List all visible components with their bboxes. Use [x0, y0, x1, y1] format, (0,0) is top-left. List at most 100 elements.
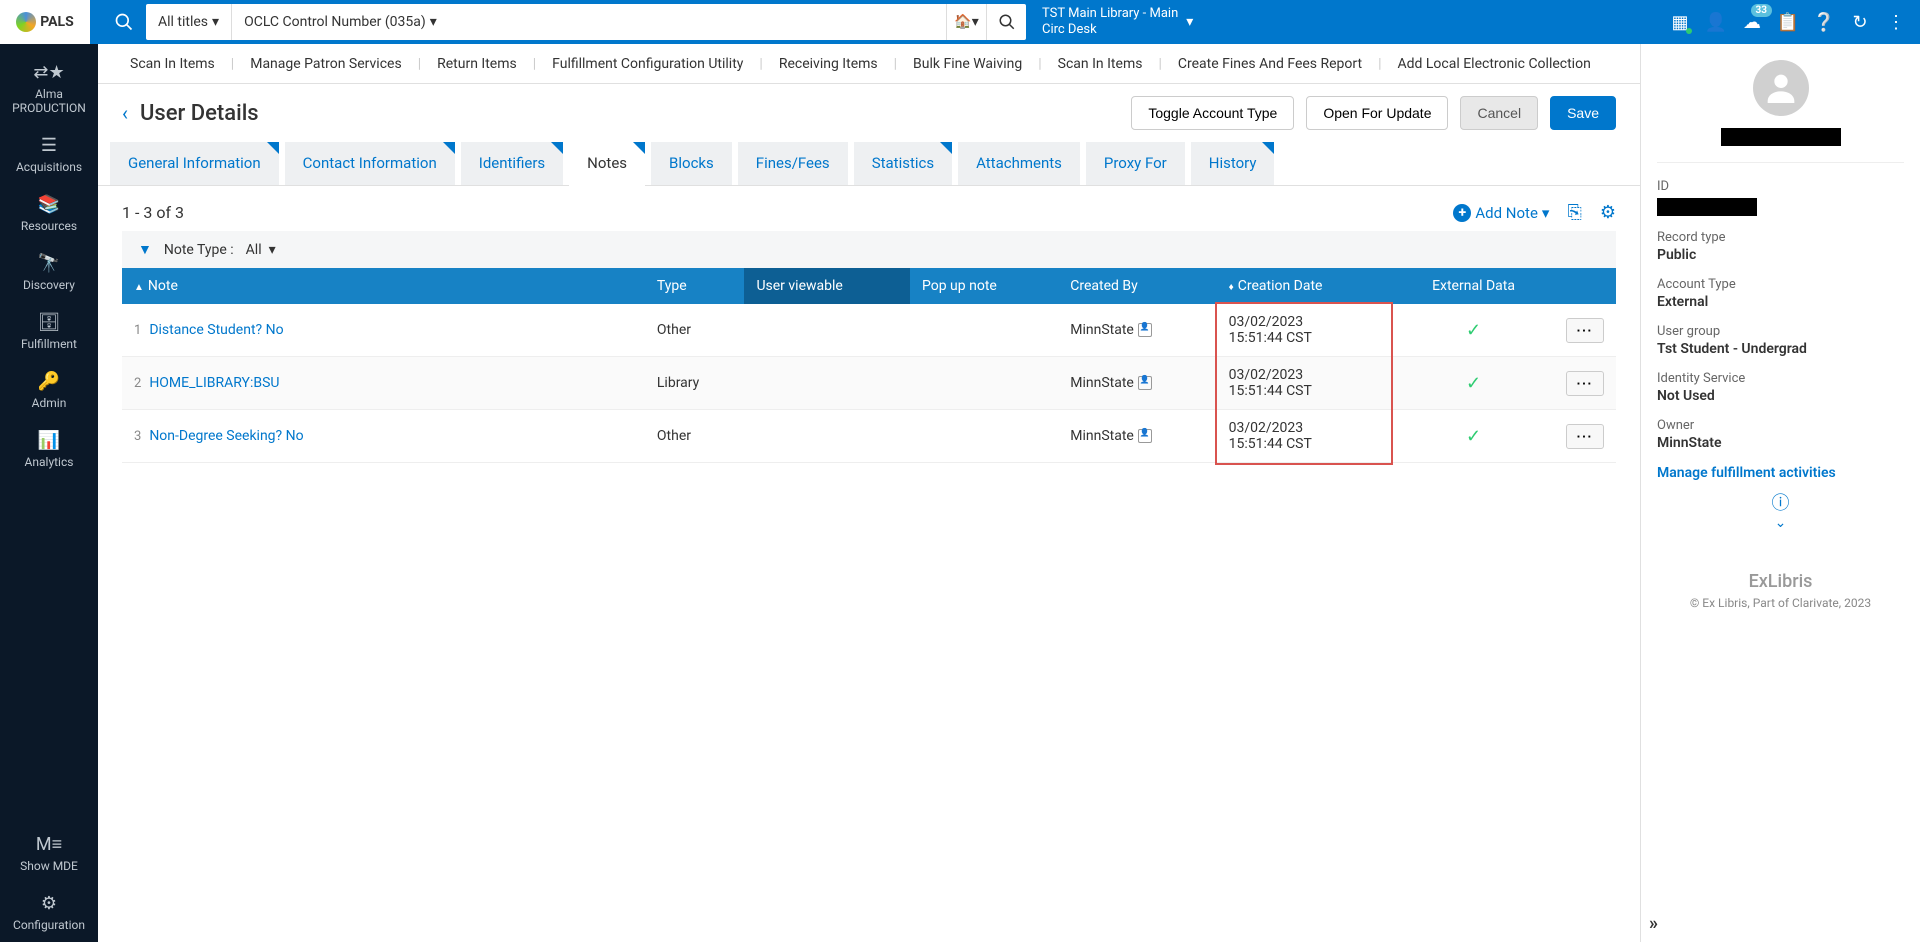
- back-arrow-icon[interactable]: ‹: [122, 101, 128, 125]
- chevron-down-icon[interactable]: ⌄: [1775, 515, 1787, 531]
- logo-swirl-icon: [16, 12, 36, 32]
- search-scope-dropdown[interactable]: All titles ▾: [146, 4, 232, 40]
- tab-statistics[interactable]: Statistics: [854, 142, 952, 185]
- cell-type: Other: [645, 304, 745, 357]
- top-header: PALS All titles ▾ OCLC Control Number (0…: [0, 0, 1920, 44]
- sidebar-item-discovery[interactable]: 🔭Discovery: [0, 243, 98, 302]
- notifications-icon[interactable]: ☁33: [1736, 6, 1768, 38]
- sidebar-item-fulfillment[interactable]: 🗄Fulfillment: [0, 302, 98, 361]
- table-row: 3Non-Degree Seeking? No Other MinnState …: [122, 410, 1616, 463]
- cancel-button[interactable]: Cancel: [1460, 96, 1538, 130]
- cell-user-viewable: [744, 410, 910, 463]
- tab-identifiers[interactable]: Identifiers: [461, 142, 563, 185]
- row-number: 2: [134, 376, 141, 391]
- quick-link-scan-in[interactable]: Scan In Items: [114, 56, 231, 72]
- time-line: 15:51:44 CST: [1229, 330, 1382, 346]
- col-type[interactable]: Type: [645, 268, 745, 304]
- quick-link-create-fines[interactable]: Create Fines And Fees Report: [1162, 56, 1378, 72]
- info-icon[interactable]: ⓘ: [1772, 493, 1790, 514]
- quick-link-bulk-fine[interactable]: Bulk Fine Waiving: [897, 56, 1038, 72]
- search-submit-button[interactable]: [986, 4, 1026, 40]
- record-type-value: Public: [1657, 247, 1904, 263]
- date-line: 03/02/2023: [1229, 314, 1382, 330]
- open-for-update-button[interactable]: Open For Update: [1306, 96, 1448, 130]
- persistent-search-icon[interactable]: [106, 4, 142, 40]
- search-scope-value: All titles: [158, 14, 208, 30]
- apps-icon[interactable]: ▦: [1664, 6, 1696, 38]
- col-note[interactable]: ▲Note: [122, 268, 645, 304]
- tasks-icon[interactable]: 📋: [1772, 6, 1804, 38]
- redacted-name: [1721, 128, 1841, 146]
- identity-service-label: Identity Service: [1657, 371, 1904, 386]
- row-more-button[interactable]: ···: [1566, 318, 1604, 343]
- quick-link-scan-in-2[interactable]: Scan In Items: [1042, 56, 1159, 72]
- help-icon[interactable]: ❔: [1808, 6, 1840, 38]
- export-icon[interactable]: ⎘: [1567, 202, 1581, 223]
- mde-icon: M≡: [36, 834, 62, 855]
- sidebar-label: Configuration: [13, 918, 85, 932]
- col-external-data[interactable]: External Data: [1393, 268, 1553, 304]
- search-field-dropdown[interactable]: OCLC Control Number (035a) ▾: [232, 4, 946, 40]
- tab-contact-information[interactable]: Contact Information: [285, 142, 455, 185]
- save-button[interactable]: Save: [1550, 96, 1616, 130]
- add-note-button[interactable]: + Add Note ▾: [1453, 204, 1549, 222]
- tab-blocks[interactable]: Blocks: [651, 142, 732, 185]
- sidebar-item-resources[interactable]: 📚Resources: [0, 184, 98, 243]
- tab-fines-fees[interactable]: Fines/Fees: [738, 142, 848, 185]
- tab-history[interactable]: History: [1191, 142, 1275, 185]
- history-icon[interactable]: ↻: [1844, 6, 1876, 38]
- col-pop-up-note[interactable]: Pop up note: [910, 268, 1058, 304]
- tab-notes[interactable]: Notes: [569, 142, 645, 186]
- cell-user-viewable: [744, 304, 910, 357]
- quick-link-add-local-ecollection[interactable]: Add Local Electronic Collection: [1381, 56, 1606, 72]
- sidebar-item-acquisitions[interactable]: ☰Acquisitions: [0, 125, 98, 184]
- user-icon[interactable]: 👤: [1700, 6, 1732, 38]
- filter-dropdown[interactable]: All ▾: [246, 242, 276, 258]
- filter-value: All: [246, 242, 262, 258]
- home-button[interactable]: 🏠▾: [946, 4, 986, 40]
- row-more-button[interactable]: ···: [1566, 371, 1604, 396]
- manage-fulfillment-link[interactable]: Manage fulfillment activities: [1657, 465, 1904, 481]
- tab-general-information[interactable]: General Information: [110, 142, 279, 185]
- note-link[interactable]: Distance Student? No: [149, 322, 283, 338]
- note-link[interactable]: HOME_LIBRARY:BSU: [149, 375, 279, 391]
- user-card-icon[interactable]: [1138, 429, 1152, 443]
- more-menu-icon[interactable]: ⋮: [1880, 6, 1912, 38]
- col-created-by[interactable]: Created By: [1058, 268, 1216, 304]
- table-row: 2HOME_LIBRARY:BSU Library MinnState 03/0…: [122, 357, 1616, 410]
- sidebar-item-configuration[interactable]: ⚙Configuration: [0, 883, 98, 942]
- tab-attachments[interactable]: Attachments: [958, 142, 1080, 185]
- quick-link-fulfillment-config[interactable]: Fulfillment Configuration Utility: [536, 56, 759, 72]
- user-card-icon[interactable]: [1138, 376, 1152, 390]
- sidebar-label: Acquisitions: [16, 160, 82, 174]
- row-more-button[interactable]: ···: [1566, 424, 1604, 449]
- tab-proxy-for[interactable]: Proxy For: [1086, 142, 1185, 185]
- quick-link-receiving[interactable]: Receiving Items: [763, 56, 894, 72]
- footer-brand: ExLibris: [1657, 571, 1904, 592]
- identity-service-value: Not Used: [1657, 388, 1904, 404]
- cell-type: Library: [645, 357, 745, 410]
- page-title: User Details: [140, 101, 1119, 126]
- collapse-panel-icon[interactable]: »: [1649, 913, 1658, 934]
- location-selector[interactable]: TST Main Library - Main Circ Desk ▾: [1030, 6, 1205, 37]
- toggle-account-type-button[interactable]: Toggle Account Type: [1131, 96, 1294, 130]
- row-number: 1: [134, 323, 141, 338]
- col-creation-date[interactable]: ♦Creation Date: [1217, 268, 1394, 304]
- right-panel: ID Record type Public Account Type Exter…: [1640, 44, 1920, 942]
- caret-down-icon: ▾: [1542, 204, 1550, 222]
- sidebar-item-admin[interactable]: 🔑Admin: [0, 361, 98, 420]
- filter-icon[interactable]: ▼: [138, 241, 152, 258]
- sidebar-item-alma-production[interactable]: ⇄★Alma PRODUCTION: [0, 52, 98, 125]
- quick-link-manage-patron[interactable]: Manage Patron Services: [234, 56, 417, 72]
- plus-circle-icon: +: [1453, 204, 1471, 222]
- quick-link-return-items[interactable]: Return Items: [421, 56, 533, 72]
- sidebar-item-show-mde[interactable]: M≡Show MDE: [0, 824, 98, 883]
- user-card-icon[interactable]: [1138, 323, 1152, 337]
- settings-gear-icon[interactable]: ⚙: [1600, 202, 1616, 223]
- footer-copyright: © Ex Libris, Part of Clarivate, 2023: [1657, 596, 1904, 610]
- note-link[interactable]: Non-Degree Seeking? No: [149, 428, 303, 444]
- created-by-value: MinnState: [1070, 375, 1134, 391]
- col-user-viewable[interactable]: User viewable: [744, 268, 910, 304]
- sidebar-item-analytics[interactable]: 📊Analytics: [0, 420, 98, 479]
- tab-indicator-icon: [1262, 142, 1274, 154]
